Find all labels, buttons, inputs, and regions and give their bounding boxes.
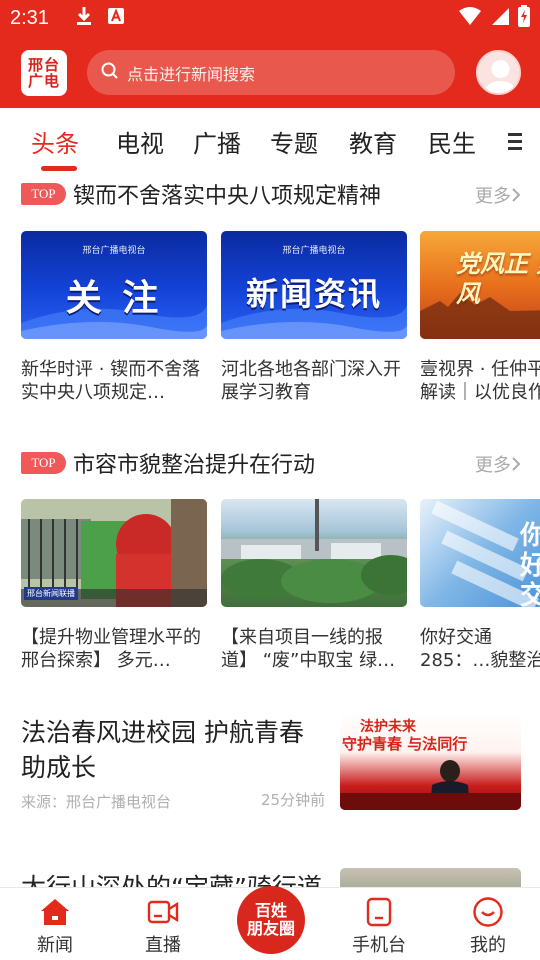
video-camera-icon [128, 896, 198, 928]
chevron-right-icon [512, 457, 521, 471]
nav-profile[interactable]: 我的 [453, 896, 523, 957]
tab-headlines[interactable]: 头条 [31, 124, 79, 159]
card-image-graphic [221, 499, 407, 603]
news-card[interactable]: 邢台广播电视台 新闻资讯 河北各地各部门深入开展学习教育 [221, 231, 407, 404]
card-image-title: 党风正 则民风 [456, 250, 540, 308]
news-card[interactable]: 你好 交 你好交通285：…貌整治提升春季 [420, 499, 540, 672]
news-card[interactable]: 邢台广播电视台 关 注 新华时评 · 锲而不舍落实中央八项规定… [21, 231, 207, 404]
thumbnail-graphic [340, 760, 521, 810]
bottom-navigation: 新闻 直播 百姓 朋友圈 手机台 我的 [0, 886, 540, 960]
card-title: 河北各地各部门深入开展学习教育 [221, 359, 401, 403]
nav-news[interactable]: 新闻 [20, 896, 90, 957]
card-image: 邢台广播电视台 关 注 [21, 231, 207, 339]
card-title: 新华时评 · 锲而不舍落实中央八项规定… [21, 359, 201, 403]
card-image-title: 你好 交 [520, 521, 540, 607]
user-avatar[interactable] [476, 50, 521, 95]
card-image: 党风正 则民风 [420, 231, 540, 339]
community-line2: 朋友圈 [246, 919, 295, 938]
status-time: 2:31 [10, 6, 49, 29]
logo-line1: 邢台 [27, 56, 60, 74]
active-tab-indicator [41, 166, 77, 171]
community-button[interactable]: 百姓 朋友圈 [237, 886, 305, 954]
card-title: 【来自项目一线的报道】 “废”中取宝 绿… [221, 627, 396, 671]
menu-icon[interactable] [508, 130, 532, 154]
app-logo[interactable]: 邢台 广电 [21, 50, 67, 96]
tab-topics[interactable]: 专题 [270, 124, 318, 159]
community-line1: 百姓 [254, 901, 287, 920]
card-image-title: 新闻资讯 [245, 275, 382, 313]
nav-label: 新闻 [37, 935, 73, 956]
download-icon [75, 6, 93, 30]
card-image-caption: 邢台新闻联播 [24, 587, 78, 600]
more-link[interactable]: 更多 [475, 182, 521, 208]
user-silhouette-icon [478, 52, 519, 93]
card-image [221, 499, 407, 607]
news-source: 来源：邢台广播电视台 [21, 793, 172, 811]
home-icon [20, 896, 90, 928]
tab-livelihood[interactable]: 民生 [428, 124, 476, 159]
tab-education[interactable]: 教育 [349, 124, 397, 159]
card-title: 【提升物业管理水平的邢台探索】 多元… [21, 627, 201, 671]
card-image: 邢台新闻联播 [21, 499, 207, 607]
top-header: 邢台 广电 点击进行新闻搜索 [0, 36, 540, 108]
status-bar: 2:31 [0, 0, 540, 36]
search-placeholder: 点击进行新闻搜索 [127, 64, 256, 84]
top-badge: TOP [21, 452, 66, 474]
card-image-brand: 邢台广播电视台 [82, 246, 146, 256]
nav-label: 我的 [470, 935, 506, 956]
card-image: 你好 交 [420, 499, 540, 607]
wifi-icon [458, 6, 482, 30]
logo-line2: 广电 [27, 72, 60, 90]
tab-radio[interactable]: 广播 [193, 124, 241, 159]
news-card[interactable]: 邢台新闻联播 【提升物业管理水平的邢台探索】 多元… [21, 499, 207, 672]
phone-icon [344, 896, 414, 928]
search-icon [101, 62, 119, 84]
section-header: TOP 市容市貌整治提升在行动 更多 [21, 449, 521, 479]
card-title: 壹视界 · 任仲平解读｜以优良作 [420, 359, 540, 403]
search-bar[interactable]: 点击进行新闻搜索 [87, 50, 455, 95]
news-title: 法治春风进校园 护航青春助成长 [21, 718, 304, 782]
more-label: 更多 [475, 455, 511, 476]
app-notification-icon [107, 7, 125, 29]
nav-label: 直播 [145, 935, 181, 956]
card-title: 你好交通285：…貌整治提升春季 [420, 627, 540, 671]
news-time: 25分钟前 [261, 791, 326, 809]
card-image: 邢台广播电视台 新闻资讯 [221, 231, 407, 339]
section-title[interactable]: 锲而不舍落实中央八项规定精神 [73, 178, 381, 210]
more-label: 更多 [475, 186, 511, 207]
tab-tv[interactable]: 电视 [116, 124, 164, 159]
section-title[interactable]: 市容市貌整治提升在行动 [73, 447, 315, 479]
news-list-item[interactable]: 法治春风进校园 护航青春助成长 来源：邢台广播电视台 25分钟前 法护未来 守护… [21, 713, 521, 813]
category-tabs: 头条 电视 广播 专题 教育 民生 [0, 108, 540, 174]
nav-mobile-tv[interactable]: 手机台 [344, 896, 414, 957]
card-image-title: 关 注 [65, 278, 163, 319]
card-image-brand: 邢台广播电视台 [282, 246, 346, 256]
news-card[interactable]: 党风正 则民风 壹视界 · 任仲平解读｜以优良作 [420, 231, 540, 404]
app-screen: 2:31 邢台 广电 点击进行新闻搜索 头条 电视 广播 专题 教育 民生 TO… [0, 0, 540, 960]
signal-icon [490, 6, 510, 30]
chevron-right-icon [512, 188, 521, 202]
section-header: TOP 锲而不舍落实中央八项规定精神 更多 [21, 180, 521, 210]
nav-live[interactable]: 直播 [128, 896, 198, 957]
news-thumbnail: 法护未来 守护青春 与法同行 [340, 713, 521, 810]
nav-label: 手机台 [352, 935, 406, 956]
smile-icon [453, 896, 523, 928]
top-badge: TOP [21, 183, 66, 205]
more-link[interactable]: 更多 [475, 451, 521, 477]
battery-icon [518, 5, 530, 31]
news-card[interactable]: 【来自项目一线的报道】 “废”中取宝 绿… [221, 499, 407, 672]
